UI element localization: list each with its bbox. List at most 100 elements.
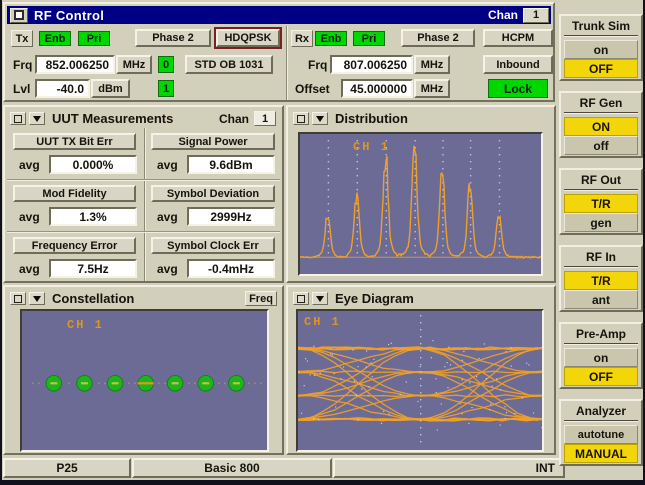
softkey-label: Pre-Amp [561, 327, 641, 341]
collapse-arrow-icon[interactable] [29, 292, 45, 305]
softkey-label: RF In [561, 250, 641, 264]
tx-lvl-unit-button[interactable]: dBm [91, 79, 130, 98]
softkey-label: Trunk Sim [561, 19, 641, 33]
softkey-trunk-sim[interactable]: Trunk Sim on OFF [559, 14, 643, 81]
rx-enable-toggle[interactable]: Enb [315, 31, 347, 46]
tx-rx-divider [286, 26, 288, 100]
instrument-screen: RF Control Chan 1 Tx Enb Pri Phase 2 HDQ… [0, 0, 645, 485]
softkey-rf-in[interactable]: RF In T/R ant [559, 245, 643, 312]
softkey-option[interactable]: gen [564, 213, 638, 232]
measurement-value: 0.000% [49, 155, 137, 174]
status-reference[interactable]: INT [333, 458, 565, 478]
rf-control-panel: RF Control Chan 1 Tx Enb Pri Phase 2 HDQ… [3, 2, 555, 102]
measurement-button[interactable]: Symbol Clock Err [151, 237, 275, 254]
softkey-rf-gen[interactable]: RF Gen ON off [559, 91, 643, 158]
avg-label: avg [19, 158, 40, 172]
status-system[interactable]: P25 [3, 458, 131, 478]
tx-priority-toggle[interactable]: Pri [78, 31, 110, 46]
softkey-label: RF Gen [561, 96, 641, 110]
rx-frq-unit-button[interactable]: MHz [414, 55, 450, 74]
constellation-channel-label: CH 1 [67, 318, 104, 332]
rx-phase-button[interactable]: Phase 2 [401, 29, 475, 47]
distribution-chart [298, 132, 543, 276]
softkey-label: RF Out [561, 173, 641, 187]
collapse-arrow-icon[interactable] [312, 292, 328, 305]
uut-chan-label: Chan [219, 112, 249, 126]
measurement-button[interactable]: Signal Power [151, 133, 275, 150]
chan-label: Chan [488, 8, 518, 22]
rx-label: Rx [291, 30, 313, 47]
tx-frequency-field[interactable]: 852.006250 [35, 55, 115, 74]
constellation-panel: Constellation Freq CH 1 [3, 285, 284, 455]
softkey-option[interactable]: autotune [564, 425, 638, 444]
rx-section: Rx Enb Pri Phase 2 HCPM Frq 807.006250 M… [289, 26, 553, 100]
tx-slot0-indicator[interactable]: 0 [158, 56, 174, 73]
constellation-header: Constellation Freq [7, 289, 280, 308]
collapse-arrow-icon[interactable] [29, 112, 45, 125]
measurement-button[interactable]: Frequency Error [13, 237, 136, 254]
uut-chan-value-box[interactable]: 1 [254, 111, 276, 126]
softkey-option[interactable]: ant [564, 290, 638, 309]
chan-value-box[interactable]: 1 [523, 8, 549, 23]
eye-diagram-chart [296, 309, 544, 452]
measurement-value: 9.6dBm [187, 155, 275, 174]
collapse-arrow-icon[interactable] [312, 112, 328, 125]
freq-mode-button[interactable]: Freq [245, 291, 277, 306]
panel-box-icon[interactable] [293, 292, 309, 305]
distribution-channel-label: CH 1 [353, 140, 390, 154]
measurement-value: 7.5Hz [49, 259, 137, 278]
measurement-value: 2999Hz [187, 207, 275, 226]
window-box-glyph [14, 10, 24, 20]
constellation-chart [20, 309, 269, 452]
window-box-icon[interactable] [10, 8, 28, 23]
softkey-analyzer[interactable]: Analyzer autotune MANUAL [559, 399, 643, 466]
uut-title: UUT Measurements [52, 111, 173, 126]
rx-offset-unit-button[interactable]: MHz [414, 79, 450, 98]
avg-label: avg [157, 158, 178, 172]
measurement-value: 1.3% [49, 207, 137, 226]
softkey-option[interactable]: T/R [564, 194, 638, 213]
rx-offset-field[interactable]: 45.000000 [341, 79, 413, 98]
softkey-option[interactable]: MANUAL [564, 444, 638, 463]
panel-box-icon[interactable] [293, 112, 309, 125]
tx-frq-unit-button[interactable]: MHz [116, 55, 152, 74]
tx-section: Tx Enb Pri Phase 2 HDQPSK Frq 852.006250… [7, 26, 285, 100]
measurement-button[interactable]: Symbol Deviation [151, 185, 275, 202]
softkey-option[interactable]: OFF [564, 59, 638, 78]
softkey-pre-amp[interactable]: Pre-Amp on OFF [559, 322, 643, 389]
tx-phase-button[interactable]: Phase 2 [135, 29, 211, 47]
panel-box-icon[interactable] [10, 292, 26, 305]
softkey-option[interactable]: T/R [564, 271, 638, 290]
uut-header: UUT Measurements Chan 1 [7, 109, 280, 128]
constellation-title: Constellation [52, 291, 134, 306]
softkey-option[interactable]: ON [564, 117, 638, 136]
rx-priority-toggle[interactable]: Pri [353, 31, 385, 46]
measurement-button[interactable]: UUT TX Bit Err [13, 133, 136, 150]
tx-slot1-indicator[interactable]: 1 [158, 80, 174, 97]
panel-box-icon[interactable] [10, 112, 26, 125]
rx-lock-button[interactable]: Lock [488, 79, 548, 98]
rx-direction-button[interactable]: Inbound [483, 55, 553, 74]
measurement-button[interactable]: Mod Fidelity [13, 185, 136, 202]
softkey-option[interactable]: on [564, 348, 638, 367]
eye-header: Eye Diagram [290, 289, 552, 308]
tx-standard-button[interactable]: STD OB 1031 [185, 55, 273, 74]
softkey-option[interactable]: off [564, 136, 638, 155]
rx-frequency-field[interactable]: 807.006250 [330, 55, 413, 74]
tx-frq-label: Frq [13, 58, 32, 72]
measurement-value: -0.4mHz [187, 259, 275, 278]
rx-modulation-button[interactable]: HCPM [483, 29, 553, 47]
tx-enable-toggle[interactable]: Enb [39, 31, 71, 46]
tx-modulation-button[interactable]: HDQPSK [216, 29, 280, 47]
softkey-option[interactable]: on [564, 40, 638, 59]
softkey-option[interactable]: OFF [564, 367, 638, 386]
avg-label: avg [157, 210, 178, 224]
rf-control-titlebar: RF Control Chan 1 [7, 6, 551, 24]
softkey-rf-out[interactable]: RF Out T/R gen [559, 168, 643, 235]
rx-frq-label: Frq [308, 58, 327, 72]
distribution-header: Distribution [290, 109, 552, 128]
tx-lvl-label: Lvl [13, 82, 30, 96]
status-band[interactable]: Basic 800 [132, 458, 332, 478]
page-title: RF Control [34, 8, 104, 23]
tx-level-field[interactable]: -40.0 [35, 79, 90, 98]
